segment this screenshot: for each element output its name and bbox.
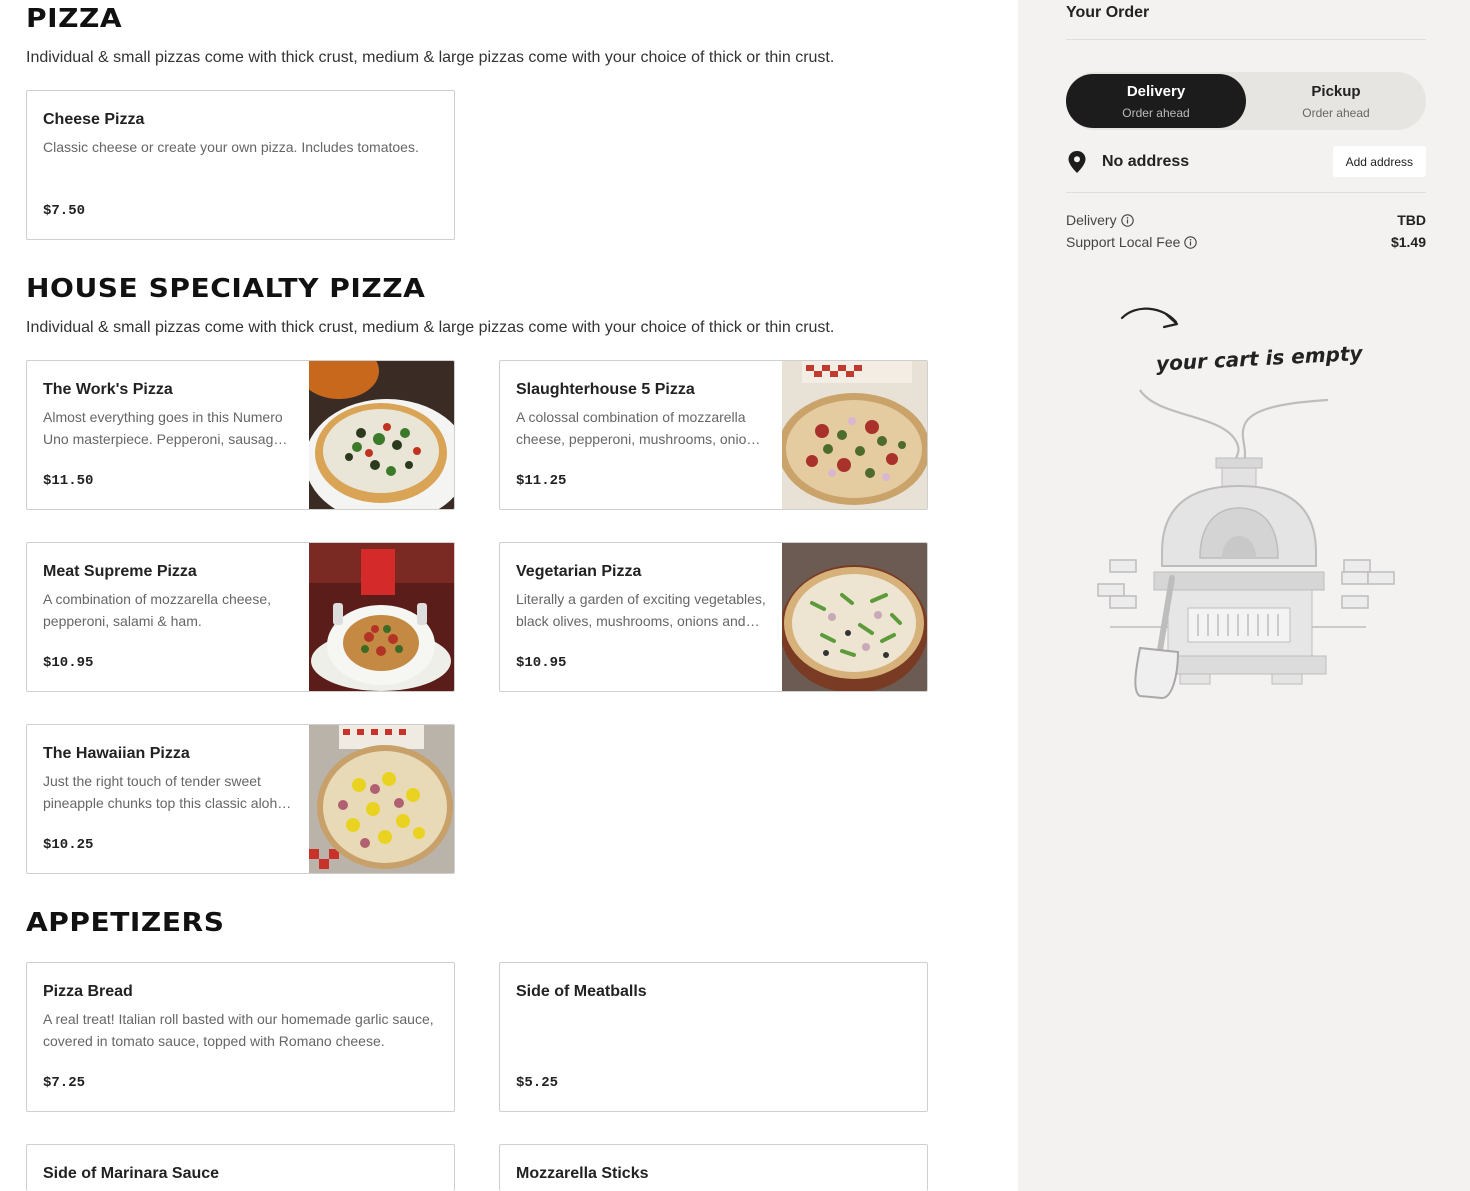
item-price: $11.25 [516,473,567,489]
order-sidebar: Your Order Delivery Order ahead Pickup O… [1018,0,1470,1191]
fee-value: $1.49 [1390,234,1426,250]
item-name: Pizza Bread [43,983,133,1000]
fee-label: Delivery [1066,212,1117,228]
item-name: Side of Meatballs [516,983,647,1000]
empty-cart-text: your cart is empty [1155,341,1364,376]
item-description: A real treat! Italian roll basted with o… [43,1011,434,1049]
pickup-option[interactable]: Pickup Order ahead [1246,74,1426,128]
address-text: No address [1102,153,1190,170]
item-price: $10.95 [516,655,567,671]
item-price: $5.25 [516,1075,559,1091]
info-icon[interactable] [1184,236,1198,252]
fee-row-support-local: Support Local Fee $1.49 [1066,234,1426,252]
section-title: HOUSE SPECIALTY PIZZA [26,274,426,304]
fulfillment-toggle: Delivery Order ahead Pickup Order ahead [1066,72,1426,130]
menu-item-card[interactable]: The Work's Pizza Almost everything goes … [26,360,455,510]
section-description: Individual & small pizzas come with thic… [26,319,835,336]
divider [1066,192,1426,193]
item-price: $7.25 [43,1075,86,1091]
divider [1066,39,1426,40]
item-description: A combination of mozzarella cheese, pepp… [43,591,272,629]
item-price: $10.25 [43,837,94,853]
item-name: Slaughterhouse 5 Pizza [516,381,695,398]
section-house-specialty: HOUSE SPECIALTY PIZZA Individual & small… [26,274,834,338]
section-pizza: PIZZA Individual & small pizzas come wit… [26,4,834,68]
delivery-option[interactable]: Delivery Order ahead [1066,74,1246,128]
item-name: Vegetarian Pizza [516,563,642,580]
item-photo [309,543,454,691]
item-name: Cheese Pizza [43,111,145,128]
menu-item-card[interactable]: Cheese Pizza Classic cheese or create yo… [26,90,455,240]
item-name: Meat Supreme Pizza [43,563,197,580]
item-photo [782,361,927,509]
item-photo [782,543,927,691]
option-sublabel: Order ahead [1302,106,1370,120]
item-description: A colossal combination of mozzarella che… [516,409,762,447]
address-row: No address Add address [1066,146,1426,178]
empty-cart-illustration: your cart is empty [1096,296,1400,711]
menu-item-card[interactable]: Mozzarella Sticks [499,1144,928,1191]
menu-item-card[interactable]: Side of Meatballs $5.25 [499,962,928,1112]
section-title: APPETIZERS [26,908,225,938]
menu-item-card[interactable]: Pizza Bread A real treat! Italian roll b… [26,962,455,1112]
menu-item-card[interactable]: Meat Supreme Pizza A combination of mozz… [26,542,455,692]
item-description: Just the right touch of tender sweet pin… [43,773,286,811]
item-name: Side of Marinara Sauce [43,1165,220,1182]
menu-item-card[interactable]: Slaughterhouse 5 Pizza A colossal combin… [499,360,928,510]
item-name: The Hawaiian Pizza [43,745,190,762]
section-appetizers: APPETIZERS [26,908,224,938]
item-name: Mozzarella Sticks [516,1165,649,1182]
order-title: Your Order [1066,4,1150,21]
location-pin-icon [1068,151,1086,178]
option-label: Pickup [1311,83,1361,100]
menu-item-card[interactable]: Side of Marinara Sauce [26,1144,455,1191]
item-price: $11.50 [43,473,94,489]
section-title: PIZZA [26,4,123,34]
item-name: The Work's Pizza [43,381,173,398]
menu-item-card[interactable]: Vegetarian Pizza Literally a garden of e… [499,542,928,692]
section-description: Individual & small pizzas come with thic… [26,49,835,66]
item-photo [309,725,454,873]
item-description: Almost everything goes in this Numero Un… [43,409,286,447]
option-sublabel: Order ahead [1122,106,1190,120]
item-description: Classic cheese or create your own pizza.… [43,139,419,155]
fee-row-delivery: Delivery TBD [1066,212,1426,230]
item-description: Literally a garden of exciting vegetable… [516,591,766,629]
menu-item-card[interactable]: The Hawaiian Pizza Just the right touch … [26,724,455,874]
option-label: Delivery [1126,83,1186,100]
fee-value: TBD [1397,212,1426,228]
item-photo [309,361,454,509]
item-price: $10.95 [43,655,94,671]
info-icon[interactable] [1120,214,1134,230]
fee-label: Support Local Fee [1066,234,1181,250]
item-price: $7.50 [43,203,86,219]
menu-panel: PIZZA Individual & small pizzas come wit… [0,0,1018,1191]
add-address-button[interactable]: Add address [1332,146,1426,177]
